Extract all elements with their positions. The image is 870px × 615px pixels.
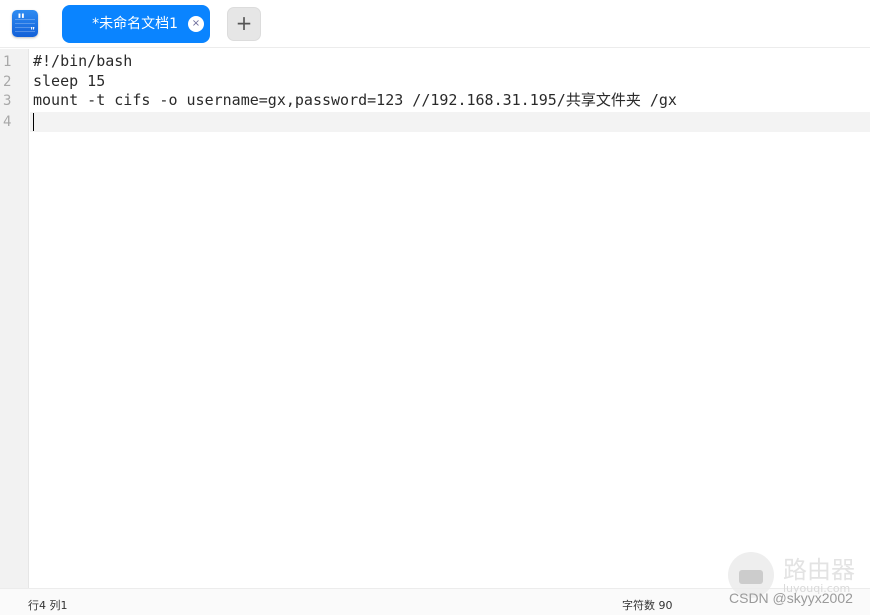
line-number: 2 bbox=[3, 73, 12, 90]
code-line[interactable]: mount -t cifs -o username=gx,password=12… bbox=[33, 91, 870, 111]
character-count: 字符数 90 bbox=[622, 599, 673, 612]
text-editor-app-icon[interactable]: " " bbox=[12, 10, 38, 37]
tab-untitled-document-1[interactable]: *未命名文档1 × bbox=[62, 5, 210, 43]
add-tab-button[interactable]: + bbox=[227, 7, 261, 41]
text-editor-area[interactable]: 1 2 3 4 #!/bin/bash sleep 15 mount -t ci… bbox=[0, 49, 870, 588]
close-quote-glyph: " bbox=[30, 27, 35, 37]
line-number-gutter: 1 2 3 4 bbox=[0, 49, 29, 588]
line-number: 4 bbox=[3, 113, 12, 130]
tab-label: *未命名文档1 bbox=[92, 16, 178, 32]
title-bar: " " *未命名文档1 × + bbox=[0, 0, 870, 48]
line-number: 1 bbox=[3, 54, 12, 70]
cursor-position: 行4 列1 bbox=[28, 599, 68, 612]
line-number: 3 bbox=[3, 93, 12, 109]
current-line-highlight bbox=[30, 112, 870, 132]
text-caret bbox=[33, 113, 34, 131]
close-tab-icon[interactable]: × bbox=[188, 16, 204, 32]
code-line[interactable]: #!/bin/bash bbox=[33, 52, 870, 72]
open-quote-glyph: " bbox=[17, 10, 26, 29]
watermark-credit: CSDN @skyyx2002 bbox=[729, 590, 853, 606]
code-line[interactable]: sleep 15 bbox=[33, 72, 870, 92]
